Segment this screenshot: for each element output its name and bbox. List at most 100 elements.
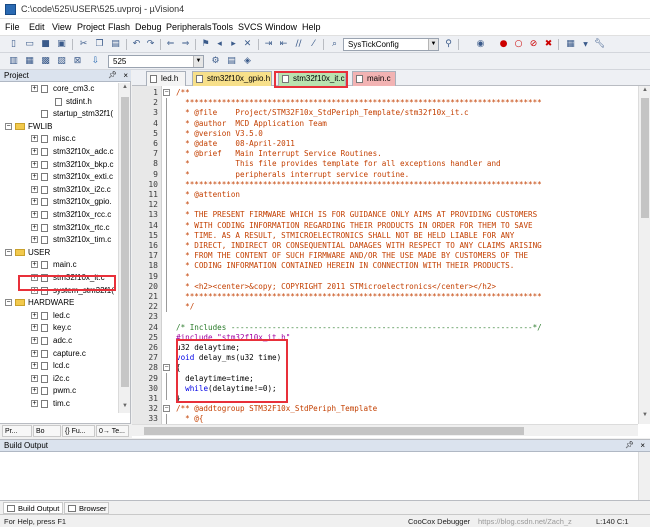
- menu-edit[interactable]: Edit: [29, 22, 45, 32]
- tab-led-h[interactable]: led.h: [146, 71, 186, 86]
- expand-icon[interactable]: +: [31, 236, 38, 244]
- scrollbar-thumb[interactable]: [641, 98, 649, 218]
- tree-item[interactable]: + misc.c: [0, 133, 118, 146]
- bookmark-icon[interactable]: ⚑: [200, 39, 211, 50]
- batch-build-icon[interactable]: ▨: [56, 56, 67, 67]
- menu-peripherals[interactable]: Peripherals: [166, 22, 212, 32]
- chevron-down-icon[interactable]: ▼: [193, 56, 203, 67]
- save-all-icon[interactable]: ▣: [56, 39, 67, 50]
- find-icon[interactable]: ⚲: [443, 39, 454, 50]
- expand-icon[interactable]: +: [31, 160, 38, 168]
- function-combo[interactable]: SysTickConfig ▼: [343, 38, 439, 51]
- expand-icon[interactable]: +: [31, 185, 38, 193]
- tree-item[interactable]: + stm32f10x_i2c.c: [0, 184, 118, 197]
- window-layout-icon[interactable]: ▦: [565, 39, 576, 50]
- tree-item[interactable]: + main.c: [0, 259, 118, 272]
- find-in-files-icon[interactable]: ⌕: [329, 39, 340, 50]
- tree-item[interactable]: stdint.h: [0, 96, 118, 109]
- expand-icon[interactable]: +: [31, 261, 38, 269]
- expand-icon[interactable]: +: [31, 374, 38, 382]
- tab-functions[interactable]: {} Fu...: [62, 425, 95, 437]
- tab-main-c[interactable]: main.c: [352, 71, 396, 86]
- tree-item[interactable]: + stm32f10x_rcc.c: [0, 209, 118, 222]
- collapse-icon[interactable]: −: [163, 364, 170, 372]
- bookmark-next-icon[interactable]: ▸: [228, 39, 239, 50]
- breakpoint-kill-all-icon[interactable]: ✖: [543, 39, 554, 50]
- pin-icon[interactable]: 📌︎: [108, 70, 117, 82]
- project-tree-scrollbar[interactable]: ▲ ▼: [118, 83, 130, 413]
- tree-item[interactable]: startup_stm32f1(: [0, 108, 118, 121]
- tab-templates[interactable]: 0→ Te...: [96, 425, 129, 437]
- expand-icon[interactable]: +: [31, 198, 38, 206]
- expand-icon[interactable]: +: [31, 400, 38, 407]
- uncomment-icon[interactable]: ⁄: [308, 39, 319, 50]
- build-icon[interactable]: ▦: [24, 56, 35, 67]
- tree-item[interactable]: + tim.c: [0, 398, 118, 411]
- breakpoint-disable-icon[interactable]: ○: [513, 39, 524, 50]
- nav-forward-icon[interactable]: ⇒: [180, 39, 191, 50]
- window-layout-dropdown-icon[interactable]: ▼: [580, 39, 591, 50]
- copy-icon[interactable]: ❐: [94, 39, 105, 50]
- close-icon[interactable]: ×: [123, 70, 128, 82]
- expand-icon[interactable]: +: [31, 223, 38, 231]
- tab-browser[interactable]: Browser: [64, 502, 109, 514]
- menu-help[interactable]: Help: [302, 22, 321, 32]
- save-icon[interactable]: ■: [40, 39, 51, 50]
- tree-item[interactable]: − HARDWARE: [0, 297, 118, 310]
- menu-window[interactable]: Window: [265, 22, 297, 32]
- scroll-down-icon[interactable]: ▼: [641, 412, 649, 418]
- tree-item[interactable]: + stm32f10x_tim.c: [0, 234, 118, 247]
- tree-item[interactable]: + led.c: [0, 310, 118, 323]
- fold-toggle[interactable]: −: [163, 363, 170, 373]
- close-icon[interactable]: ×: [640, 440, 645, 452]
- collapse-icon[interactable]: −: [5, 299, 12, 307]
- scroll-up-icon[interactable]: ▲: [121, 84, 129, 94]
- scrollbar-thumb[interactable]: [121, 97, 129, 387]
- debug-session-icon[interactable]: ◉: [475, 39, 486, 50]
- scroll-down-icon[interactable]: ▼: [121, 403, 129, 413]
- tree-item[interactable]: + capture.c: [0, 348, 118, 361]
- comment-icon[interactable]: //: [293, 39, 304, 50]
- expand-icon[interactable]: +: [31, 211, 38, 218]
- collapse-icon[interactable]: −: [163, 405, 170, 413]
- new-file-icon[interactable]: ▯: [8, 39, 19, 50]
- build-output-text[interactable]: [0, 452, 638, 500]
- menu-flash[interactable]: Flash: [108, 22, 130, 32]
- translate-icon[interactable]: ▥: [8, 56, 19, 67]
- scrollbar-thumb[interactable]: [144, 427, 524, 435]
- editor-horizontal-scrollbar[interactable]: [132, 424, 638, 436]
- menu-tools[interactable]: Tools: [212, 22, 233, 32]
- target-combo[interactable]: 525 ▼: [108, 55, 204, 68]
- expand-icon[interactable]: +: [31, 135, 38, 143]
- tree-item[interactable]: + lcd.c: [0, 360, 118, 373]
- menu-project[interactable]: Project: [77, 22, 105, 32]
- manage-components-icon[interactable]: ▤: [226, 56, 237, 67]
- expand-icon[interactable]: +: [31, 311, 38, 319]
- expand-icon[interactable]: +: [31, 349, 38, 357]
- collapse-icon[interactable]: −: [163, 89, 170, 96]
- tree-item[interactable]: + pwm.c: [0, 385, 118, 398]
- tree-item[interactable]: + stm32f10x_gpio.: [0, 196, 118, 209]
- undo-icon[interactable]: ↶: [131, 39, 142, 50]
- fold-toggle[interactable]: −: [163, 88, 170, 98]
- tree-item[interactable]: + adc.c: [0, 335, 118, 348]
- expand-icon[interactable]: +: [31, 362, 38, 370]
- expand-icon[interactable]: +: [31, 148, 38, 155]
- expand-icon[interactable]: +: [31, 387, 38, 395]
- menu-svcs[interactable]: SVCS: [238, 22, 263, 32]
- bookmark-clear-icon[interactable]: ✕: [242, 39, 253, 50]
- pin-icon[interactable]: 📌︎: [625, 440, 634, 452]
- menu-view[interactable]: View: [52, 22, 71, 32]
- editor-vertical-scrollbar[interactable]: ▲ ▼: [638, 86, 650, 424]
- tab-books[interactable]: Bo: [33, 425, 61, 437]
- chevron-down-icon[interactable]: ▼: [428, 39, 438, 50]
- expand-icon[interactable]: +: [31, 324, 38, 332]
- stop-build-icon[interactable]: ⊠: [72, 56, 83, 67]
- target-options-icon[interactable]: ⚙: [210, 56, 221, 67]
- tree-item[interactable]: + i2c.c: [0, 373, 118, 386]
- select-packs-icon[interactable]: ◈: [242, 56, 253, 67]
- tree-item[interactable]: + core_cm3.c: [0, 83, 118, 96]
- outdent-icon[interactable]: ⇤: [278, 39, 289, 50]
- build-output-scrollbar[interactable]: [638, 452, 650, 500]
- expand-icon[interactable]: +: [31, 85, 38, 92]
